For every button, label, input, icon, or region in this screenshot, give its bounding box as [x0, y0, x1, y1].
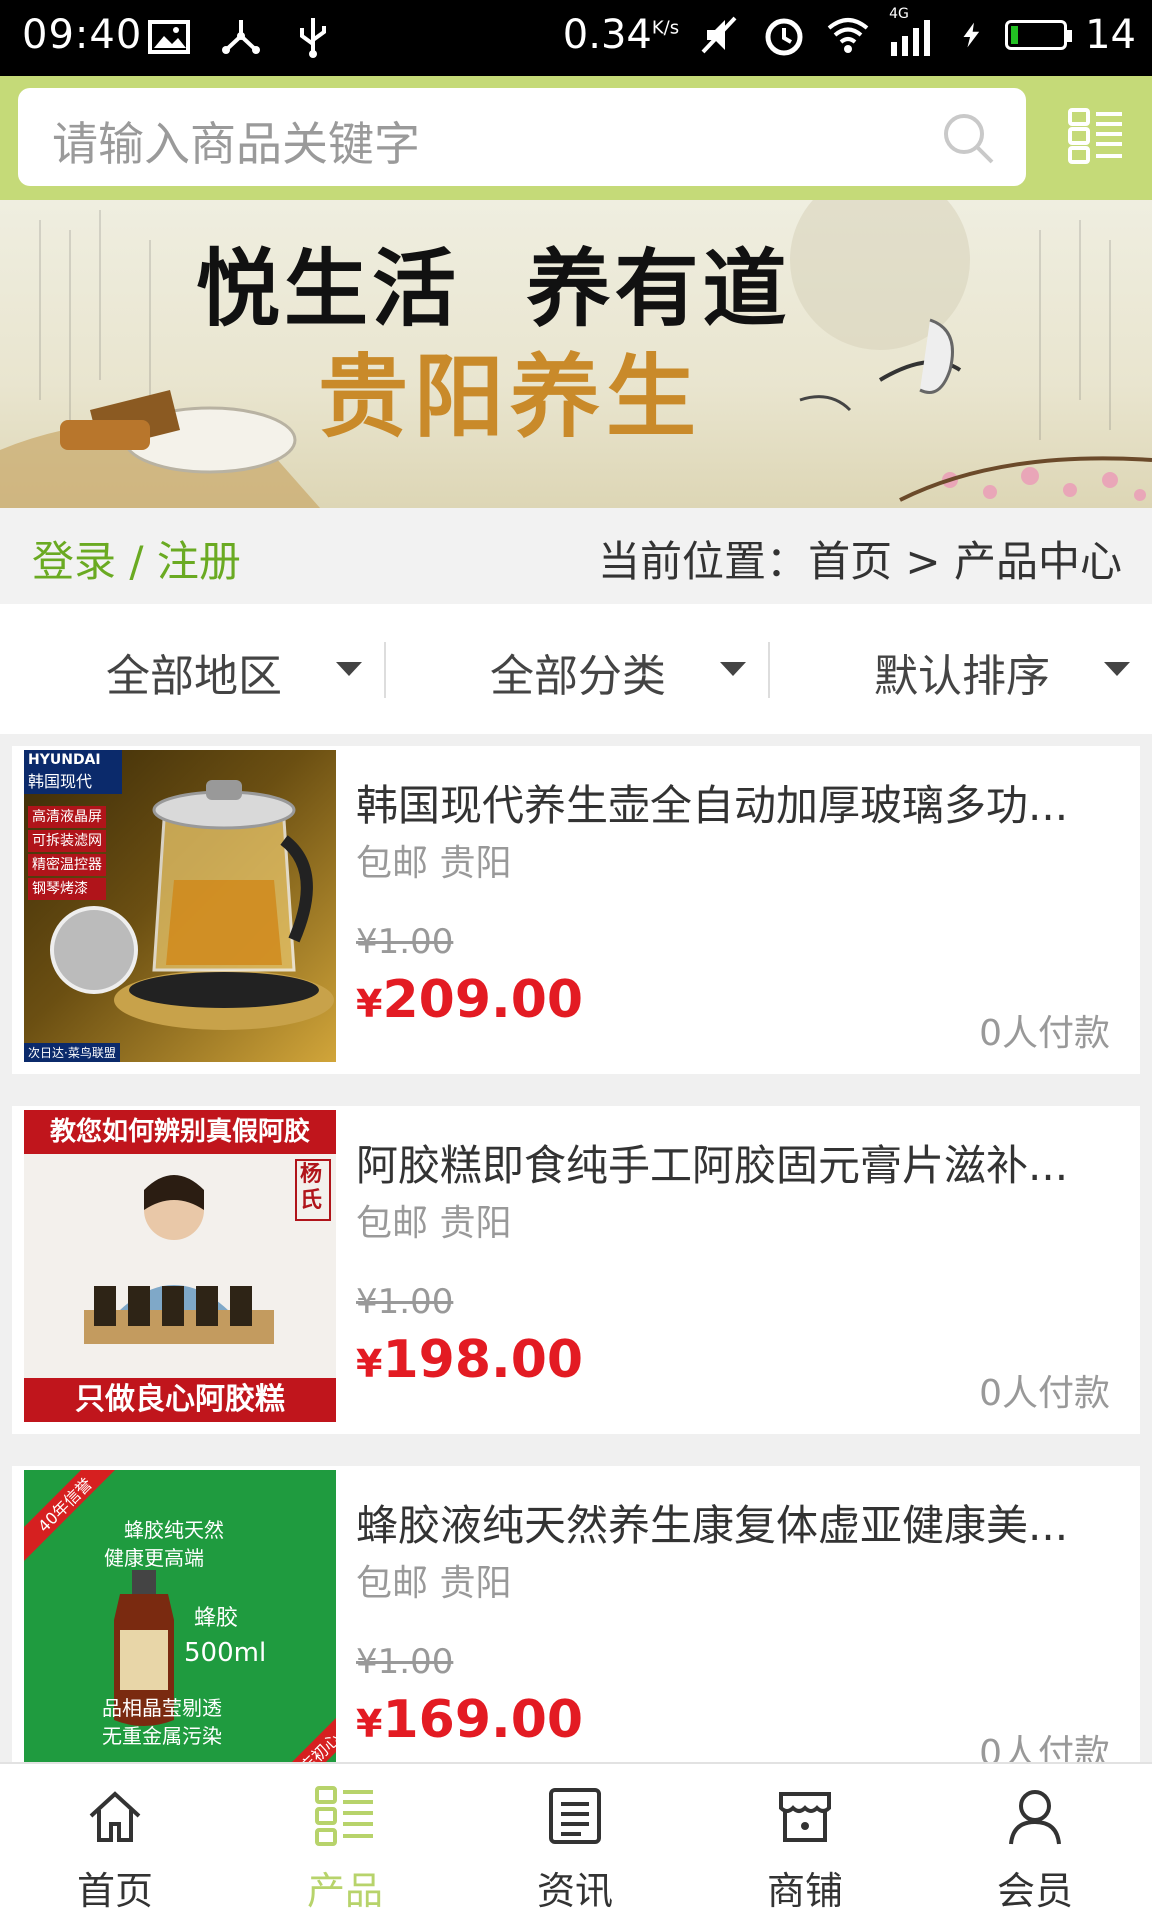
status-time: 09:40 [22, 12, 143, 58]
login-link[interactable]: 登录 [32, 537, 116, 586]
product-paid-count: 0人付款 [979, 1373, 1110, 1414]
filter-category-label: 全部分类 [490, 651, 666, 702]
tab-products[interactable]: 产品 [230, 1764, 460, 1922]
filter-region[interactable]: 全部地区 [0, 604, 384, 734]
search-input[interactable]: 请输入商品关键字 [18, 88, 1026, 186]
tab-member-label: 会员 [996, 1869, 1073, 1913]
filter-bar: 全部地区 全部分类 默认排序 [0, 604, 1152, 734]
product-price: ¥209.00 [356, 970, 584, 1030]
product-price: ¥198.00 [356, 1330, 584, 1390]
banner-title: 贵阳养生 [318, 344, 702, 450]
login-register: 登录 / 注册 [32, 528, 241, 589]
dropdown-arrow-icon [1104, 662, 1130, 676]
thumb-seal: 杨氏 [300, 1162, 323, 1213]
wifi-icon [827, 18, 869, 53]
search-placeholder: 请输入商品关键字 [52, 117, 420, 171]
login-separator: / [116, 537, 157, 586]
usb-tether-icon [222, 20, 260, 54]
tab-store-label: 商铺 [766, 1869, 843, 1913]
alarm-icon [765, 18, 803, 56]
product-item[interactable]: 40年信誉 蜂胶纯天然 健康更高端 蜂胶 500ml 品相晶莹剔透 无重金属污染… [12, 1466, 1140, 1794]
product-image[interactable]: HYUNDAI 韩国现代 高清液晶屏 可拆装滤网 精密温控器 钢琴烤漆 次日达·… [24, 750, 336, 1062]
tab-news-label: 资讯 [536, 1869, 613, 1913]
store-icon [779, 1792, 831, 1842]
thumb-text: 无重金属污染 [102, 1724, 222, 1748]
tab-home-label: 首页 [76, 1869, 153, 1913]
breadcrumb: 当前位置：首页 > 产品中心 [598, 528, 1122, 589]
search-header: 请输入商品关键字 [0, 76, 1152, 200]
location-bar: 登录 / 注册 当前位置：首页 > 产品中心 [0, 508, 1152, 604]
product-item[interactable]: HYUNDAI 韩国现代 高清液晶屏 可拆装滤网 精密温控器 钢琴烤漆 次日达·… [12, 746, 1140, 1074]
kettle-illustration [50, 780, 334, 1030]
product-image[interactable]: 教您如何辨别真假阿胶 杨氏 只做良心阿胶糕 [24, 1110, 336, 1422]
product-image[interactable]: 40年信誉 蜂胶纯天然 健康更高端 蜂胶 500ml 品相晶莹剔透 无重金属污染… [24, 1470, 336, 1782]
thumb-text: 蜂胶 [194, 1606, 239, 1631]
net-speed: 0.34K/s [562, 12, 680, 58]
thumb-text: 品相晶莹剔透 [102, 1696, 222, 1720]
product-shipping: 包邮 贵阳 [356, 843, 512, 884]
filter-sort[interactable]: 默认排序 [770, 604, 1152, 734]
product-list-icon [315, 1786, 373, 1846]
product-title[interactable]: 韩国现代养生壶全自动加厚玻璃多功... [356, 772, 1116, 833]
signal-icon: 4G [889, 6, 939, 58]
product-original-price: ¥1.00 [356, 922, 454, 962]
breadcrumb-current: 产品中心 [953, 537, 1122, 586]
thumb-footer: 次日达·菜鸟联盟 [24, 1043, 120, 1062]
filter-category[interactable]: 全部分类 [386, 604, 770, 734]
product-title[interactable]: 阿胶糕即食纯手工阿胶固元膏片滋补... [356, 1132, 1116, 1193]
tab-member[interactable]: 会员 [920, 1764, 1150, 1922]
status-bar: 09:40 0.34K/s 4G 14 [0, 0, 1152, 76]
search-icon[interactable] [940, 110, 996, 166]
thumb-footer: 只做良心阿胶糕 [24, 1378, 336, 1422]
tab-news[interactable]: 资讯 [460, 1764, 690, 1922]
product-original-price: ¥1.00 [356, 1642, 454, 1682]
promo-banner[interactable]: 悦生活 养有道 贵阳养生 [0, 200, 1152, 508]
product-shipping: 包邮 贵阳 [356, 1203, 512, 1244]
product-item[interactable]: 教您如何辨别真假阿胶 杨氏 只做良心阿胶糕 阿胶糕即食纯手工阿胶固元膏片滋补..… [12, 1106, 1140, 1434]
image-icon [148, 20, 190, 54]
grid-list-icon[interactable] [1066, 106, 1126, 166]
filter-region-label: 全部地区 [106, 651, 282, 702]
battery-percent: 14 [1085, 12, 1136, 58]
register-link[interactable]: 注册 [157, 537, 241, 586]
home-icon [89, 1791, 141, 1842]
product-photo [24, 1154, 336, 1378]
product-shipping: 包邮 贵阳 [356, 1563, 512, 1604]
breadcrumb-separator: > [892, 537, 954, 586]
charging-icon [963, 22, 980, 48]
dropdown-arrow-icon [720, 662, 746, 676]
product-price: ¥169.00 [356, 1690, 584, 1750]
dropdown-arrow-icon [336, 662, 362, 676]
member-icon [1009, 1790, 1061, 1845]
tab-products-label: 产品 [306, 1869, 383, 1913]
usb-icon [300, 18, 326, 58]
battery-icon [1005, 20, 1073, 50]
bottom-tab-bar: 首页 产品 资讯 商铺 会员 [0, 1762, 1152, 1922]
filter-sort-label: 默认排序 [874, 651, 1050, 702]
breadcrumb-prefix: 当前位置： [598, 537, 809, 586]
tab-store[interactable]: 商铺 [690, 1764, 920, 1922]
product-paid-count: 0人付款 [979, 1013, 1110, 1054]
thumb-text: 500ml [184, 1638, 267, 1668]
news-icon [549, 1788, 601, 1844]
mute-icon [701, 16, 737, 54]
tab-home[interactable]: 首页 [0, 1764, 230, 1922]
breadcrumb-home[interactable]: 首页 [808, 537, 892, 586]
product-original-price: ¥1.00 [356, 1282, 454, 1322]
product-title[interactable]: 蜂胶液纯天然养生康复体虚亚健康美... [356, 1492, 1116, 1553]
